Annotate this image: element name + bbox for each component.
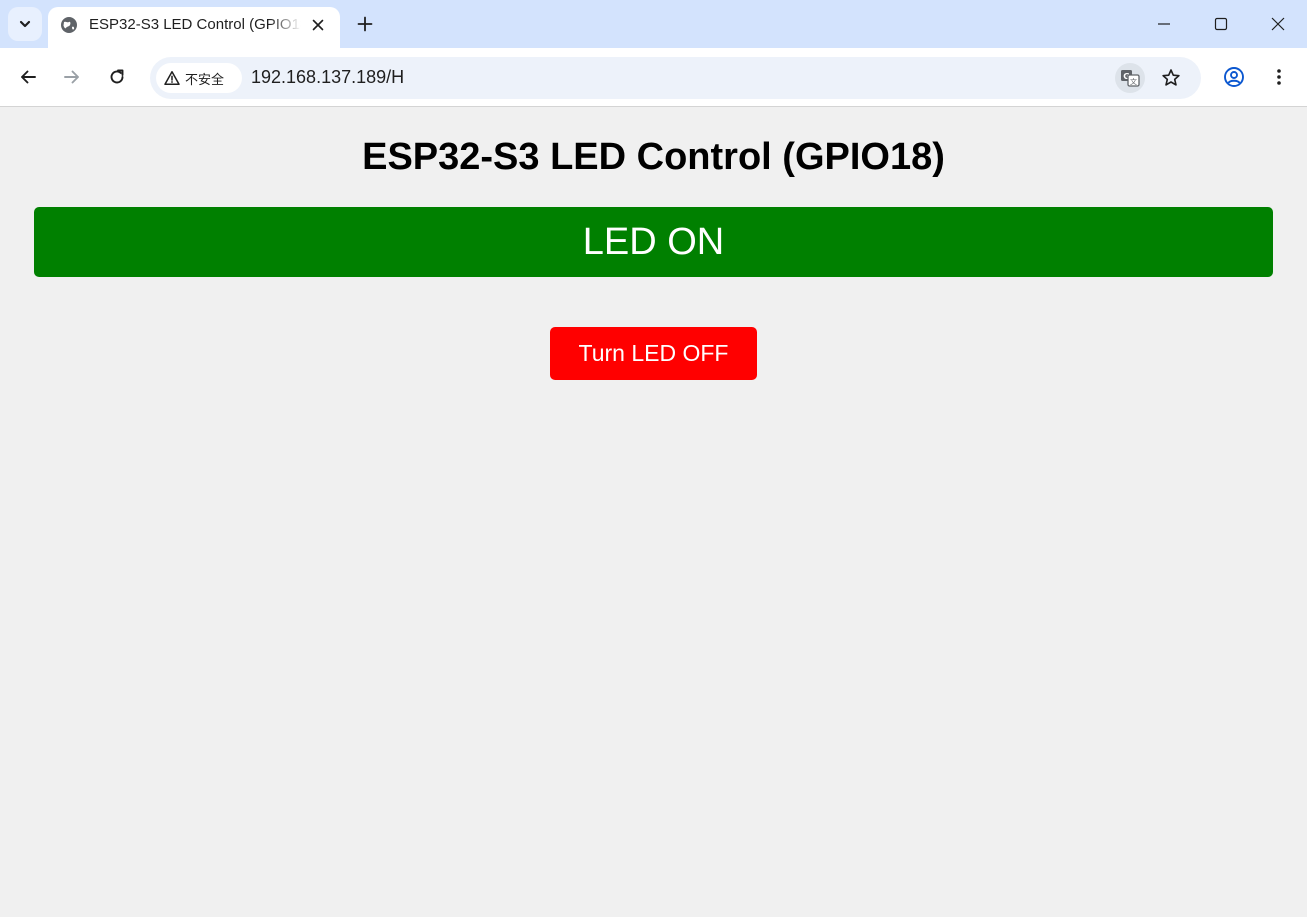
new-tab-button[interactable] (350, 9, 380, 39)
address-bar[interactable]: 不安全 192.168.137.189/H G 文 (150, 57, 1201, 99)
url-text[interactable]: 192.168.137.189/H (251, 67, 404, 88)
more-vert-icon (1277, 69, 1281, 85)
warning-icon (164, 71, 180, 85)
menu-button[interactable] (1264, 62, 1294, 92)
reload-button[interactable] (102, 62, 132, 92)
globe-icon (61, 17, 77, 33)
translate-button[interactable]: G 文 (1115, 63, 1145, 93)
tab-close-button[interactable] (306, 13, 330, 37)
page-content: ESP32-S3 LED Control (GPIO18) LED ON Tur… (0, 108, 1307, 917)
account-circle-icon (1224, 67, 1244, 87)
forward-button[interactable] (57, 62, 87, 92)
arrow-left-icon (21, 70, 36, 84)
browser-toolbar: 不安全 192.168.137.189/H G 文 (0, 48, 1307, 107)
minimize-icon (1158, 23, 1170, 25)
plus-icon (357, 16, 373, 32)
tab-strip: ESP32-S3 LED Control (GPIO18) (0, 0, 1307, 48)
maximize-button[interactable] (1193, 0, 1249, 48)
maximize-icon (1214, 17, 1228, 31)
translate-icon: G 文 (1121, 70, 1140, 87)
close-icon (1271, 17, 1285, 31)
profile-button[interactable] (1219, 62, 1249, 92)
svg-text:文: 文 (1130, 77, 1137, 86)
led-status-banner: LED ON (34, 207, 1273, 277)
tab-search-button[interactable] (8, 7, 42, 41)
turn-led-off-button[interactable]: Turn LED OFF (550, 327, 757, 380)
chevron-down-icon (19, 20, 31, 28)
close-icon (312, 19, 324, 31)
minimize-button[interactable] (1136, 0, 1192, 48)
star-icon (1162, 69, 1180, 86)
bookmark-button[interactable] (1156, 63, 1186, 93)
arrow-right-icon (64, 70, 79, 84)
active-tab[interactable]: ESP32-S3 LED Control (GPIO18) (48, 7, 340, 48)
tab-title: ESP32-S3 LED Control (GPIO18) (89, 16, 301, 33)
reload-icon (110, 69, 124, 84)
back-button[interactable] (13, 62, 43, 92)
security-label: 不安全 (185, 72, 225, 88)
page-title: ESP32-S3 LED Control (GPIO18) (362, 136, 945, 178)
security-indicator[interactable]: 不安全 (156, 63, 242, 93)
close-window-button[interactable] (1250, 0, 1306, 48)
